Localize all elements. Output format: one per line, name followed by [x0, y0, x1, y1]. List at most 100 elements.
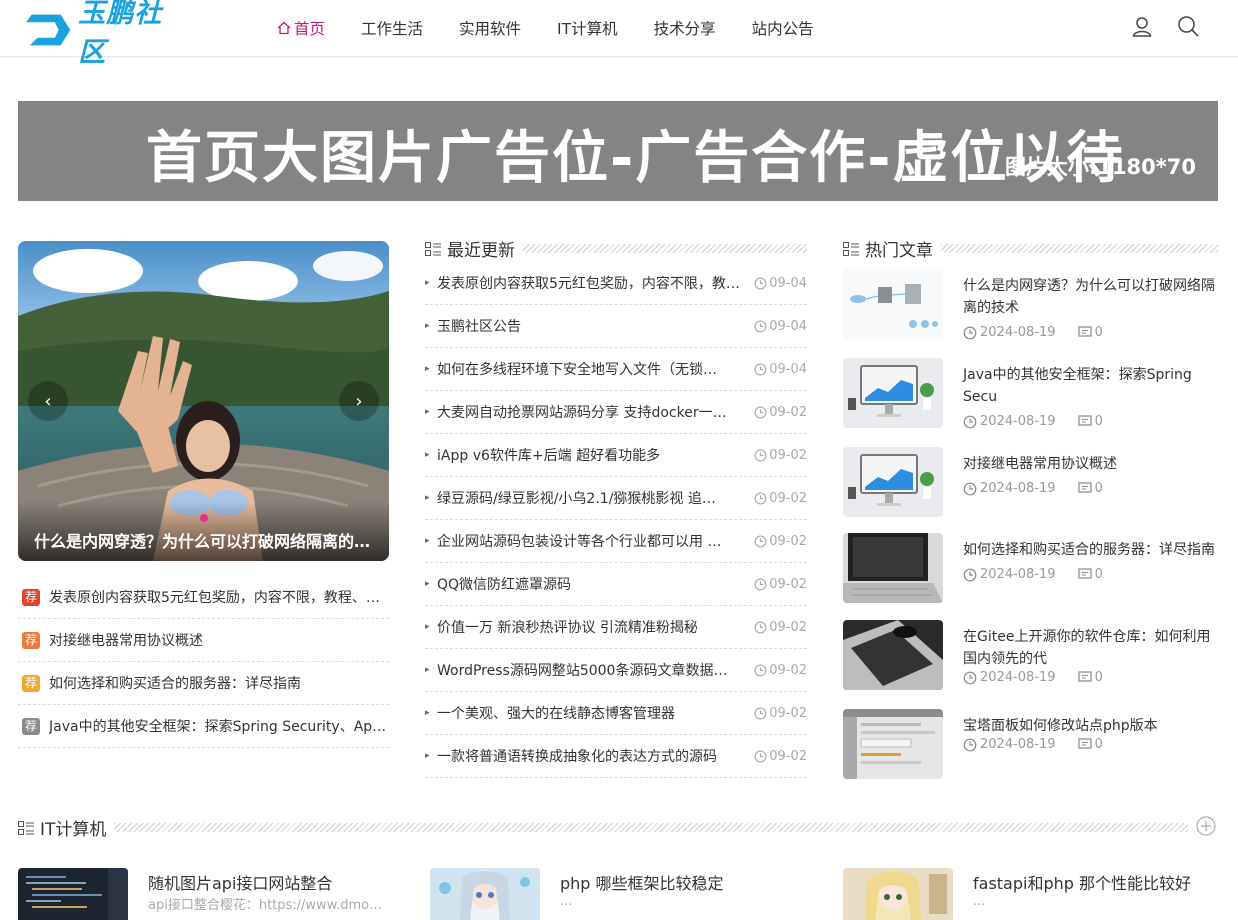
article-title: 如何选择和购买适合的服务器：详尽指南 — [963, 542, 1215, 558]
list-item[interactable]: ▸ 企业网站源码包装设计等各个行业都可以用 … 09-02 — [425, 520, 807, 563]
list-item-date: 09-02 — [754, 620, 807, 635]
list-item[interactable]: ▸ WordPress源码网整站5000条源码文章数据… 09-02 — [425, 649, 807, 692]
list-item[interactable]: 荐 Java中的其他安全框架：探索Spring Security、Ap… — [18, 705, 389, 748]
list-item[interactable]: ▸ 绿豆源码/绿豆影视/小乌2.1/猕猴桃影视 追… 09-02 — [425, 477, 807, 520]
logo-text: 玉鹏社区 — [78, 0, 163, 68]
article-thumbnail[interactable] — [843, 868, 953, 920]
slider-prev-button[interactable]: ‹ — [28, 381, 68, 421]
banner-ad[interactable]: 首页大图片广告位-广告合作-虚位以待 图片大小:1180*70 — [18, 101, 1218, 201]
bullet-icon: ▸ — [425, 278, 430, 288]
article-thumbnail[interactable] — [430, 868, 540, 920]
list-item[interactable]: 荐 如何选择和购买适合的服务器：详尽指南 — [18, 662, 389, 705]
list-item-title: 如何在多线程环境下安全地写入文件（无锁… — [437, 362, 717, 378]
list-item-date: 09-02 — [754, 706, 807, 721]
list-item[interactable]: ▸ 一款将普通语转换成抽象化的表达方式的源码 09-02 — [425, 735, 807, 778]
list-item[interactable]: 荐 发表原创内容获取5元红包奖励，内容不限，教程、… — [18, 576, 389, 619]
recommended-list: 荐 发表原创内容获取5元红包奖励，内容不限，教程、… 荐 对接继电器常用协议概述… — [18, 576, 389, 748]
article-thumbnail[interactable] — [843, 533, 943, 603]
list-item[interactable]: ▸ 玉鹏社区公告 09-04 — [425, 305, 807, 348]
list-icon — [18, 820, 34, 835]
clock-icon — [754, 449, 767, 461]
article-thumbnail[interactable] — [843, 709, 943, 779]
comment-count: 0 — [1094, 737, 1103, 752]
slider-indicator-dot[interactable] — [200, 514, 208, 522]
comment-icon — [1077, 326, 1092, 337]
list-item[interactable]: ▸ 价值一万 新浪秒热评协议 引流精准粉揭秘 09-02 — [425, 606, 807, 649]
article-title: Java中的其他安全框架：探索Spring Secu — [963, 367, 1192, 405]
nav-software[interactable]: 实用软件 — [459, 0, 521, 56]
clock-icon — [754, 492, 767, 504]
list-item[interactable]: ▸ QQ微信防红遮罩源码 09-02 — [425, 563, 807, 606]
nav-work-life[interactable]: 工作生活 — [361, 0, 423, 56]
clock-icon — [754, 707, 767, 719]
article-thumbnail[interactable] — [843, 358, 943, 428]
slider-caption: 什么是内网穿透？为什么可以打破网络隔离的… — [18, 501, 389, 561]
list-item[interactable]: ▸ iApp v6软件库+后端 超好看功能多 09-02 — [425, 434, 807, 477]
list-item-title: QQ微信防红遮罩源码 — [437, 577, 572, 593]
list-item-date: 09-02 — [754, 405, 807, 420]
nav-it-computer[interactable]: IT计算机 — [557, 0, 618, 56]
article-thumbnail[interactable] — [843, 620, 943, 690]
article-thumbnail[interactable] — [843, 447, 943, 517]
article-comments: 0 — [1077, 325, 1103, 340]
list-item-title: Java中的其他安全框架：探索Spring Security、Ap… — [49, 719, 387, 735]
section-title[interactable]: IT计算机 — [40, 815, 106, 840]
bullet-icon: ▸ — [425, 450, 430, 460]
article-title: php 哪些框架比较稳定 — [560, 874, 724, 893]
clock-icon — [963, 415, 977, 428]
header-actions — [1130, 14, 1200, 38]
clock-icon — [963, 326, 977, 339]
list-item[interactable]: 荐 对接继电器常用协议概述 — [18, 619, 389, 662]
article-comments: 0 — [1077, 567, 1103, 582]
user-icon[interactable] — [1130, 14, 1154, 38]
article-thumbnail[interactable] — [18, 868, 128, 920]
date-text: 09-02 — [769, 490, 807, 506]
section-title: 热门文章 — [865, 241, 933, 261]
article-meta: 2024-08-19 0 — [963, 481, 1103, 496]
nav-tech-share[interactable]: 技术分享 — [654, 0, 716, 56]
more-plus-icon[interactable] — [1196, 816, 1216, 836]
logo-arrow-icon — [26, 14, 71, 46]
article-meta: 2024-08-19 0 — [963, 737, 1103, 752]
hot-section-heading: 热门文章 — [843, 236, 1218, 261]
comment-count: 0 — [1094, 414, 1103, 429]
article-meta: 2024-08-19 0 — [963, 414, 1103, 429]
section-divider — [523, 244, 807, 253]
list-item[interactable]: ▸ 大麦网自动抢票网站源码分享 支持docker一… 09-02 — [425, 391, 807, 434]
bullet-icon: ▸ — [425, 493, 430, 503]
list-item-title: 绿豆源码/绿豆影视/小乌2.1/猕猴桃影视 追… — [437, 491, 716, 507]
bullet-icon: ▸ — [425, 579, 430, 589]
list-item-title: WordPress源码网整站5000条源码文章数据… — [437, 663, 728, 679]
list-item[interactable]: ▸ 发表原创内容获取5元红包奖励，内容不限，教程、… 09-04 — [425, 262, 807, 305]
article-meta: 2024-08-19 0 — [963, 325, 1103, 340]
recommend-badge: 荐 — [22, 631, 40, 649]
comment-count: 0 — [1094, 481, 1103, 496]
slider-next-button[interactable]: › — [339, 381, 379, 421]
clock-icon — [963, 568, 977, 581]
clock-icon — [754, 621, 767, 633]
clock-icon — [963, 738, 977, 751]
list-item[interactable]: ▸ 一个美观、强大的在线静态博客管理器 09-02 — [425, 692, 807, 735]
list-item[interactable]: ▸ 如何在多线程环境下安全地写入文件（无锁… 09-04 — [425, 348, 807, 391]
nav-home[interactable]: 首页 — [276, 0, 325, 56]
list-icon — [843, 241, 859, 256]
site-logo[interactable]: 玉鹏社区 — [26, 0, 186, 68]
article-date: 2024-08-19 — [980, 670, 1056, 685]
clock-icon — [963, 482, 977, 495]
featured-slider[interactable]: ‹ › 什么是内网穿透？为什么可以打破网络隔离的… — [18, 241, 389, 561]
article-thumbnail[interactable] — [843, 269, 943, 339]
nav-label: IT计算机 — [557, 20, 618, 38]
article-title: 什么是内网穿透？为什么可以打破网络隔离的技术 — [963, 278, 1215, 316]
clock-icon — [963, 671, 977, 684]
article-comments: 0 — [1077, 737, 1103, 752]
bullet-icon: ▸ — [425, 665, 430, 675]
nav-announcements[interactable]: 站内公告 — [752, 0, 814, 56]
date-text: 09-02 — [769, 705, 807, 721]
article-title: 宝塔面板如何修改站点php版本 — [963, 718, 1158, 734]
list-item-title: 对接继电器常用协议概述 — [49, 633, 203, 649]
date-text: 09-04 — [769, 361, 807, 377]
search-icon[interactable] — [1176, 14, 1200, 38]
list-item-date: 09-02 — [754, 448, 807, 463]
it-section-heading: IT计算机 — [18, 815, 1188, 840]
slider-caption-text[interactable]: 什么是内网穿透？为什么可以打破网络隔离的… — [34, 528, 370, 552]
